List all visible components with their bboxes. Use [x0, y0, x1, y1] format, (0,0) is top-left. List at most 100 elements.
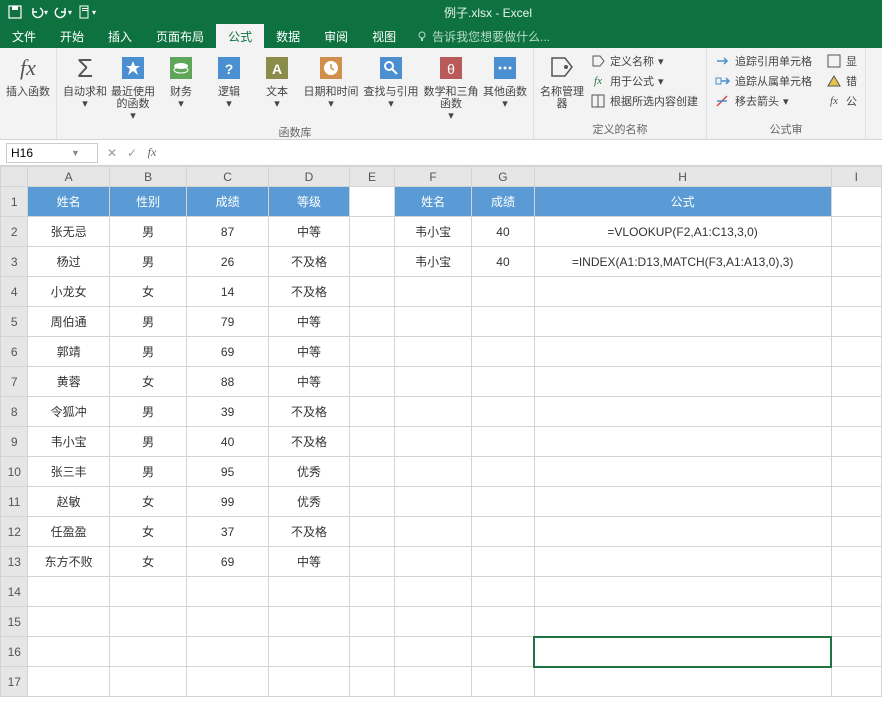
- row-header-8[interactable]: 8: [1, 397, 28, 427]
- redo-button[interactable]: ▾: [52, 1, 74, 23]
- cell-F16[interactable]: [394, 637, 472, 667]
- cancel-formula-button[interactable]: ✕: [102, 146, 122, 160]
- cell-G17[interactable]: [472, 667, 534, 697]
- insert-function-button[interactable]: fx 插入函数: [6, 52, 50, 98]
- cell-A7[interactable]: 黄蓉: [28, 367, 109, 397]
- cell-G16[interactable]: [472, 637, 534, 667]
- cell-C1[interactable]: 成绩: [187, 187, 268, 217]
- cell-F17[interactable]: [394, 667, 472, 697]
- cell-F5[interactable]: [394, 307, 472, 337]
- row-header-15[interactable]: 15: [1, 607, 28, 637]
- cell-C4[interactable]: 14: [187, 277, 268, 307]
- tab-视图[interactable]: 视图: [360, 24, 408, 48]
- cell-G6[interactable]: [472, 337, 534, 367]
- cell-H15[interactable]: [534, 607, 831, 637]
- cell-H8[interactable]: [534, 397, 831, 427]
- cell-I2[interactable]: [831, 217, 881, 247]
- cell-H2[interactable]: =VLOOKUP(F2,A1:C13,3,0): [534, 217, 831, 247]
- cell-F14[interactable]: [394, 577, 472, 607]
- cell-I12[interactable]: [831, 517, 881, 547]
- cell-F10[interactable]: [394, 457, 472, 487]
- cell-D9[interactable]: 不及格: [268, 427, 349, 457]
- cell-C16[interactable]: [187, 637, 268, 667]
- spreadsheet-grid[interactable]: ABCDEFGHI1姓名性别成绩等级姓名成绩公式2张无忌男87中等韦小宝40=V…: [0, 166, 882, 697]
- error-check-button[interactable]: 错: [824, 72, 859, 90]
- cell-F9[interactable]: [394, 427, 472, 457]
- cell-D3[interactable]: 不及格: [268, 247, 349, 277]
- cell-G11[interactable]: [472, 487, 534, 517]
- row-header-9[interactable]: 9: [1, 427, 28, 457]
- cell-A8[interactable]: 令狐冲: [28, 397, 109, 427]
- cell-D14[interactable]: [268, 577, 349, 607]
- row-header-11[interactable]: 11: [1, 487, 28, 517]
- tab-文件[interactable]: 文件: [0, 24, 48, 48]
- cell-G4[interactable]: [472, 277, 534, 307]
- cell-H1[interactable]: 公式: [534, 187, 831, 217]
- cell-E15[interactable]: [350, 607, 395, 637]
- cell-G13[interactable]: [472, 547, 534, 577]
- cell-G15[interactable]: [472, 607, 534, 637]
- cell-A4[interactable]: 小龙女: [28, 277, 109, 307]
- cell-B8[interactable]: 男: [109, 397, 187, 427]
- cell-F8[interactable]: [394, 397, 472, 427]
- cell-D10[interactable]: 优秀: [268, 457, 349, 487]
- financial-button[interactable]: 财务▾: [159, 52, 203, 110]
- row-header-1[interactable]: 1: [1, 187, 28, 217]
- cell-D8[interactable]: 不及格: [268, 397, 349, 427]
- row-header-10[interactable]: 10: [1, 457, 28, 487]
- remove-arrows-button[interactable]: 移去箭头 ▾: [713, 92, 814, 110]
- cell-I14[interactable]: [831, 577, 881, 607]
- create-from-selection-button[interactable]: 根据所选内容创建: [588, 92, 700, 110]
- cell-G2[interactable]: 40: [472, 217, 534, 247]
- cell-C5[interactable]: 79: [187, 307, 268, 337]
- cell-E12[interactable]: [350, 517, 395, 547]
- cell-G1[interactable]: 成绩: [472, 187, 534, 217]
- undo-button[interactable]: ▾: [28, 1, 50, 23]
- cell-I4[interactable]: [831, 277, 881, 307]
- cell-H4[interactable]: [534, 277, 831, 307]
- col-header-G[interactable]: G: [472, 167, 534, 187]
- cell-A3[interactable]: 杨过: [28, 247, 109, 277]
- cell-I16[interactable]: [831, 637, 881, 667]
- cell-A14[interactable]: [28, 577, 109, 607]
- row-header-13[interactable]: 13: [1, 547, 28, 577]
- name-manager-button[interactable]: 名称管理器: [540, 52, 584, 110]
- cell-B7[interactable]: 女: [109, 367, 187, 397]
- other-functions-button[interactable]: 其他函数▾: [483, 52, 527, 110]
- cell-H12[interactable]: [534, 517, 831, 547]
- cell-B5[interactable]: 男: [109, 307, 187, 337]
- cell-D1[interactable]: 等级: [268, 187, 349, 217]
- cell-F11[interactable]: [394, 487, 472, 517]
- cell-E11[interactable]: [350, 487, 395, 517]
- cell-D12[interactable]: 不及格: [268, 517, 349, 547]
- cell-D6[interactable]: 中等: [268, 337, 349, 367]
- select-all-corner[interactable]: [1, 167, 28, 187]
- cell-H14[interactable]: [534, 577, 831, 607]
- cell-H13[interactable]: [534, 547, 831, 577]
- cell-G5[interactable]: [472, 307, 534, 337]
- cell-B11[interactable]: 女: [109, 487, 187, 517]
- cell-H9[interactable]: [534, 427, 831, 457]
- show-formulas-button[interactable]: 显: [824, 52, 859, 70]
- col-header-D[interactable]: D: [268, 167, 349, 187]
- datetime-button[interactable]: 日期和时间▾: [303, 52, 359, 110]
- cell-D16[interactable]: [268, 637, 349, 667]
- cell-G3[interactable]: 40: [472, 247, 534, 277]
- row-header-2[interactable]: 2: [1, 217, 28, 247]
- cell-I6[interactable]: [831, 337, 881, 367]
- fx-button[interactable]: fx: [142, 145, 162, 160]
- cell-H6[interactable]: [534, 337, 831, 367]
- cell-B15[interactable]: [109, 607, 187, 637]
- cell-C14[interactable]: [187, 577, 268, 607]
- cell-C6[interactable]: 69: [187, 337, 268, 367]
- cell-C3[interactable]: 26: [187, 247, 268, 277]
- cell-B17[interactable]: [109, 667, 187, 697]
- cell-C10[interactable]: 95: [187, 457, 268, 487]
- tab-数据[interactable]: 数据: [264, 24, 312, 48]
- row-header-7[interactable]: 7: [1, 367, 28, 397]
- trace-precedents-button[interactable]: 追踪引用单元格: [713, 52, 814, 70]
- name-box[interactable]: ▼: [6, 143, 98, 163]
- cell-I15[interactable]: [831, 607, 881, 637]
- cell-D13[interactable]: 中等: [268, 547, 349, 577]
- cell-B10[interactable]: 男: [109, 457, 187, 487]
